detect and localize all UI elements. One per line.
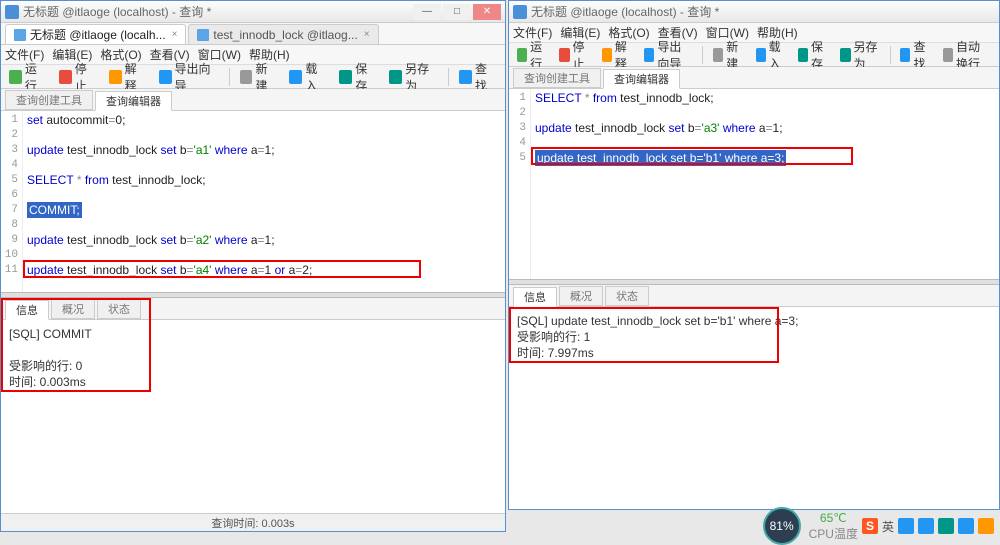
editor-tabs: 查询创建工具查询编辑器 [509, 67, 999, 89]
message-line: 受影响的行: 1 [517, 329, 991, 345]
message-line: [SQL] update test_innodb_lock set b='b1'… [517, 313, 991, 329]
tray-icon[interactable] [938, 518, 954, 534]
code-area[interactable]: set autocommit=0; update test_innodb_loc… [23, 111, 505, 292]
right-window: 无标题 @itlaoge (localhost) - 查询 * 文件(F)编辑(… [508, 0, 1000, 510]
toolbar-icon [713, 48, 723, 62]
message-tabs: 信息概况状态 [1, 298, 505, 320]
titlebar[interactable]: 无标题 @itlaoge (localhost) - 查询 * [509, 1, 999, 23]
statusbar: 查询时间: 0.003s [1, 513, 505, 531]
toolbar-icon [559, 48, 569, 62]
message-line [9, 342, 497, 358]
toolbar-icon [798, 48, 808, 62]
message-pane: [SQL] update test_innodb_lock set b='b1'… [509, 307, 999, 509]
close-tab-icon[interactable]: × [172, 29, 178, 40]
message-tab[interactable]: 概况 [51, 299, 95, 319]
toolbar-icon [644, 48, 654, 62]
system-tray: 81% 65℃ CPU温度 S 英 [757, 512, 1000, 540]
message-tab[interactable]: 信息 [5, 300, 49, 320]
editor-tabs: 查询创建工具查询编辑器 [1, 89, 505, 111]
tray-icon[interactable] [978, 518, 994, 534]
message-tab[interactable]: 概况 [559, 286, 603, 306]
lang-indicator[interactable]: 英 [882, 518, 894, 535]
temp-widget[interactable]: 65℃ CPU温度 [809, 511, 858, 542]
toolbar-icon [900, 48, 910, 62]
separator [890, 46, 891, 64]
message-tab[interactable]: 状态 [97, 299, 141, 319]
editor-tab[interactable]: 查询编辑器 [95, 91, 172, 111]
toolbar-icon [159, 70, 172, 84]
toolbar-icon [517, 48, 527, 62]
tab-label: test_innodb_lock @itlaog... [213, 28, 357, 42]
temp-value: 65℃ [809, 511, 858, 525]
toolbar-icon [240, 70, 253, 84]
left-window: 无标题 @itlaoge (localhost) - 查询 * — □ ✕ 无标… [0, 0, 506, 532]
message-line: 时间: 7.997ms [517, 345, 991, 361]
sql-editor[interactable]: 1 2 3 4 5 6 7 8 9 10 11 set autocommit=0… [1, 111, 505, 292]
toolbar-icon [9, 70, 22, 84]
line-gutter: 1 2 3 4 5 [509, 89, 531, 279]
window-title: 无标题 @itlaoge (localhost) - 查询 * [531, 3, 995, 20]
sql-editor[interactable]: 1 2 3 4 5 SELECT * from test_innodb_lock… [509, 89, 999, 279]
toolbar: 运行停止解释导出向导新建载入保存另存为查找自动换行 [509, 43, 999, 67]
toolbar-icon [389, 70, 402, 84]
minimize-button[interactable]: — [413, 4, 441, 20]
tab-label: 无标题 @itlaoge (localh... [30, 26, 166, 43]
toolbar: 运行停止解释导出向导新建载入保存另存为查找 [1, 65, 505, 89]
message-tab[interactable]: 状态 [605, 286, 649, 306]
tray-icon[interactable] [958, 518, 974, 534]
separator [229, 68, 230, 86]
line-gutter: 1 2 3 4 5 6 7 8 9 10 11 [1, 111, 23, 292]
message-tab[interactable]: 信息 [513, 287, 557, 307]
gauge-value: 81% [770, 519, 794, 533]
close-tab-icon[interactable]: × [364, 29, 370, 40]
separator [702, 46, 703, 64]
toolbar-icon [459, 70, 472, 84]
toolbar-icon [59, 70, 72, 84]
toolbar-icon [109, 70, 122, 84]
message-pane: [SQL] COMMIT 受影响的行: 0时间: 0.003ms [1, 320, 505, 513]
titlebar[interactable]: 无标题 @itlaoge (localhost) - 查询 * — □ ✕ [1, 1, 505, 23]
toolbar-icon [602, 48, 612, 62]
tray-icon[interactable] [898, 518, 914, 534]
toolbar-icon [756, 48, 766, 62]
separator [448, 68, 449, 86]
temp-label: CPU温度 [809, 525, 858, 542]
ime-icon[interactable]: S [862, 518, 878, 534]
maximize-button[interactable]: □ [443, 4, 471, 20]
document-tab[interactable]: test_innodb_lock @itlaog... × [188, 24, 378, 44]
editor-tab[interactable]: 查询编辑器 [603, 69, 680, 89]
app-icon [513, 5, 527, 19]
toolbar-icon [289, 70, 302, 84]
editor-tab[interactable]: 查询创建工具 [5, 90, 93, 110]
app-icon [5, 5, 19, 19]
message-line: [SQL] COMMIT [9, 326, 497, 342]
toolbar-icon [840, 48, 850, 62]
window-title: 无标题 @itlaoge (localhost) - 查询 * [23, 3, 409, 20]
editor-tab[interactable]: 查询创建工具 [513, 68, 601, 88]
document-tab[interactable]: 无标题 @itlaoge (localh... × [5, 24, 186, 44]
close-button[interactable]: ✕ [473, 4, 501, 20]
message-line: 受影响的行: 0 [9, 358, 497, 374]
toolbar-icon [943, 48, 953, 62]
cpu-gauge[interactable]: 81% [763, 507, 801, 545]
tray-icon[interactable] [918, 518, 934, 534]
document-tabs: 无标题 @itlaoge (localh...×test_innodb_lock… [1, 23, 505, 45]
code-area[interactable]: SELECT * from test_innodb_lock; update t… [531, 89, 999, 279]
doc-icon [197, 29, 209, 41]
toolbar-icon [339, 70, 352, 84]
message-tabs: 信息概况状态 [509, 285, 999, 307]
doc-icon [14, 29, 26, 41]
message-line: 时间: 0.003ms [9, 374, 497, 390]
